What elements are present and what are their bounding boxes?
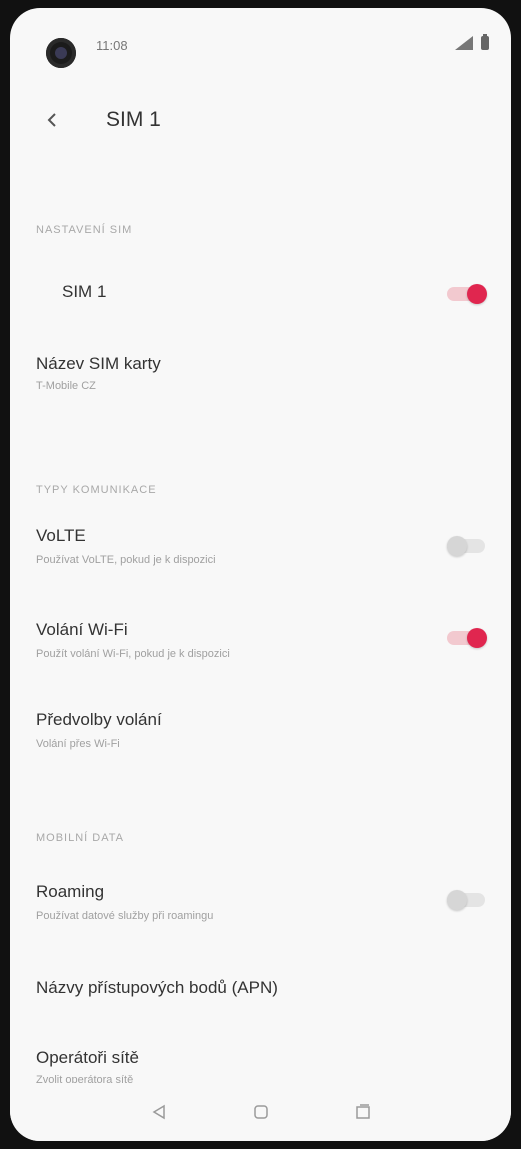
settings-screen: 11:08 SIM 1 NASTAVENÍ SIM SIM 1 Název SI… <box>10 8 511 1141</box>
nav-home-button[interactable] <box>246 1097 276 1127</box>
signal-icon <box>455 36 475 50</box>
nav-recents-button[interactable] <box>348 1097 378 1127</box>
roaming-row[interactable]: Roaming Používat datové služby při roami… <box>10 876 511 936</box>
call-preferences-value: Volání přes Wi-Fi <box>36 738 120 750</box>
status-time: 11:08 <box>96 38 128 53</box>
page-title: SIM 1 <box>106 108 161 131</box>
volte-description: Používat VoLTE, pokud je k dispozici <box>36 554 216 566</box>
nav-home-icon <box>253 1105 268 1119</box>
sim-enable-toggle[interactable] <box>447 284 489 304</box>
wifi-calling-toggle[interactable] <box>447 628 489 648</box>
apn-label: Názvy přístupových bodů (APN) <box>36 978 278 997</box>
roaming-label: Roaming <box>36 882 105 901</box>
volte-toggle[interactable] <box>447 536 489 556</box>
wifi-calling-label: Volání Wi-Fi <box>36 620 128 639</box>
nav-back-button[interactable] <box>144 1097 174 1127</box>
section-header-calls: TYPY KOMUNIKACE <box>36 484 157 496</box>
wifi-calling-row[interactable]: Volání Wi-Fi Použít volání Wi-Fi, pokud … <box>10 614 511 674</box>
arrow-back-icon <box>47 113 56 127</box>
sim-enable-label: SIM 1 <box>62 282 107 301</box>
volte-row[interactable]: VoLTE Používat VoLTE, pokud je k dispozi… <box>10 520 511 580</box>
call-preferences-label: Předvolby volání <box>36 710 162 729</box>
roaming-description: Používat datové služby při roamingu <box>36 910 214 922</box>
section-header-sim-settings: NASTAVENÍ SIM <box>36 224 133 236</box>
volte-label: VoLTE <box>36 526 86 545</box>
sim-name-row[interactable]: Název SIM karty T-Mobile CZ <box>10 348 511 408</box>
status-icons <box>455 34 489 50</box>
sim-name-label: Název SIM karty <box>36 354 161 373</box>
wifi-calling-description: Použít volání Wi-Fi, pokud je k dispozic… <box>36 648 230 660</box>
section-header-mobile-data: MOBILNÍ DATA <box>36 832 124 844</box>
sim-enable-row[interactable]: SIM 1 <box>10 270 511 320</box>
back-button[interactable] <box>32 100 72 140</box>
roaming-toggle[interactable] <box>447 890 489 910</box>
front-camera <box>46 38 76 68</box>
nav-recents-icon <box>355 1104 370 1119</box>
sim-name-value: T-Mobile CZ <box>36 380 96 392</box>
nav-back-icon <box>152 1104 165 1120</box>
apn-row[interactable]: Názvy přístupových bodů (APN) <box>10 970 511 1010</box>
call-preferences-row[interactable]: Předvolby volání Volání přes Wi-Fi <box>10 704 511 764</box>
network-operators-label: Operátoři sítě <box>36 1048 139 1067</box>
navigation-bar <box>10 1083 511 1141</box>
battery-icon <box>481 34 489 50</box>
